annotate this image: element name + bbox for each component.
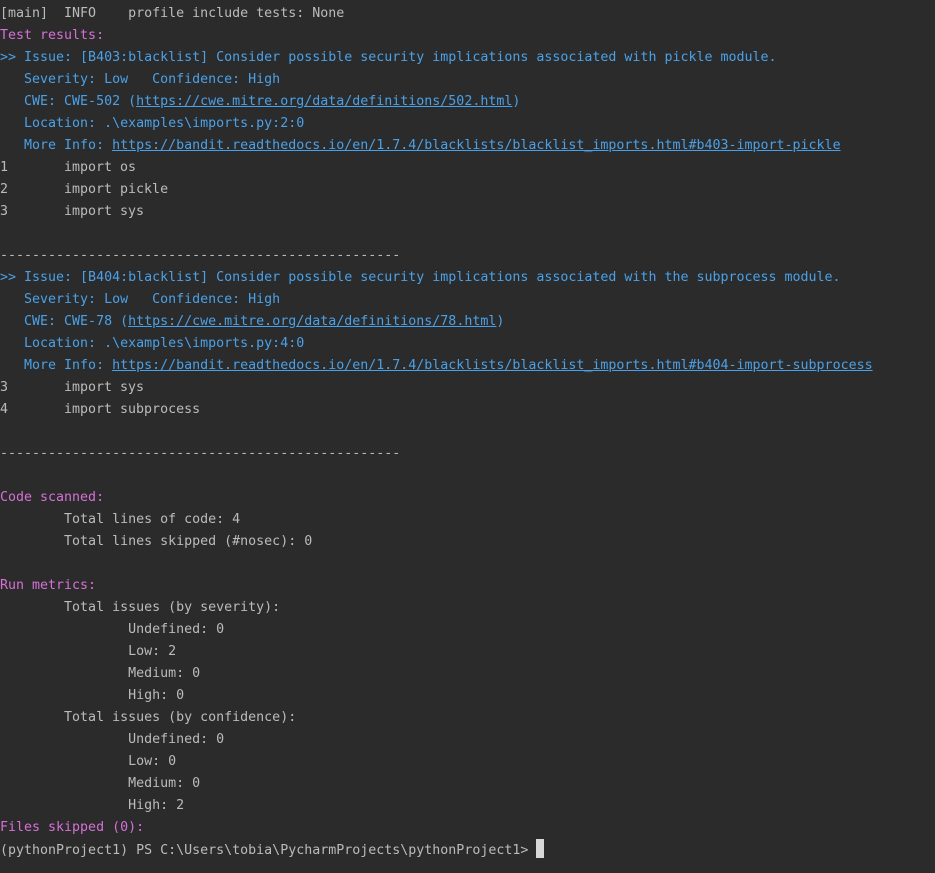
- code-line-text: import pickle: [64, 182, 169, 197]
- cwe-link[interactable]: https://cwe.mitre.org/data/definitions/5…: [136, 94, 512, 109]
- issue-more-info: More Info: https://bandit.readthedocs.io…: [0, 355, 935, 377]
- total-lines-skipped: Total lines skipped (#nosec): 0: [0, 534, 313, 549]
- code-line: 2 import pickle: [0, 179, 935, 201]
- separator-line: ----------------------------------------…: [0, 248, 401, 263]
- text-cursor: [536, 839, 545, 858]
- cwe-prefix: CWE: CWE-502 (: [0, 94, 137, 109]
- cwe-link[interactable]: https://cwe.mitre.org/data/definitions/7…: [128, 314, 496, 329]
- more-info-prefix: More Info:: [0, 138, 113, 153]
- cwe-suffix: ): [496, 314, 505, 329]
- shell-prompt-line[interactable]: (pythonProject1) PS C:\Users\tobia\Pycha…: [0, 839, 935, 861]
- code-line-number: 1: [0, 160, 9, 175]
- code-line: 3 import sys: [0, 377, 935, 399]
- more-info-prefix: More Info:: [0, 358, 113, 373]
- issue-title: >> Issue: [B404:blacklist] Consider poss…: [0, 270, 841, 285]
- terminal-output[interactable]: [main] INFO profile include tests: None …: [0, 0, 935, 873]
- confidence-undefined: Undefined: 0: [0, 732, 225, 747]
- issue-more-info: More Info: https://bandit.readthedocs.io…: [0, 135, 935, 157]
- run-metrics-heading: Run metrics:: [0, 578, 97, 593]
- issue-location: Location: .\examples\imports.py:4:0: [0, 336, 305, 351]
- code-scanned-heading: Code scanned:: [0, 490, 105, 505]
- severity-low: Low: 2: [0, 644, 177, 659]
- cwe-prefix: CWE: CWE-78 (: [0, 314, 129, 329]
- more-info-link[interactable]: https://bandit.readthedocs.io/en/1.7.4/b…: [112, 138, 841, 153]
- issues-by-confidence-heading: Total issues (by confidence):: [0, 710, 297, 725]
- shell-prompt: (pythonProject1) PS C:\Users\tobia\Pycha…: [0, 843, 529, 858]
- code-line-text: import subprocess: [64, 402, 201, 417]
- issue-location: Location: .\examples\imports.py:2:0: [0, 116, 305, 131]
- separator-line: ----------------------------------------…: [0, 446, 401, 461]
- confidence-high: High: 2: [0, 798, 185, 813]
- code-line-number: 3: [0, 204, 9, 219]
- issue-severity: Severity: Low Confidence: High: [0, 72, 281, 87]
- issues-by-severity-heading: Total issues (by severity):: [0, 600, 281, 615]
- cwe-suffix: ): [512, 94, 521, 109]
- code-line-text: import sys: [64, 380, 145, 395]
- code-line-number: 4: [0, 402, 9, 417]
- log-header-line: [main] INFO profile include tests: None: [0, 6, 345, 21]
- code-line-number: 3: [0, 380, 9, 395]
- severity-undefined: Undefined: 0: [0, 622, 225, 637]
- confidence-medium: Medium: 0: [0, 776, 201, 791]
- total-lines-of-code: Total lines of code: 4: [0, 512, 241, 527]
- files-skipped-heading: Files skipped (0):: [0, 820, 145, 835]
- more-info-link[interactable]: https://bandit.readthedocs.io/en/1.7.4/b…: [112, 358, 873, 373]
- code-line-number: 2: [0, 182, 9, 197]
- code-line: 4 import subprocess: [0, 399, 935, 421]
- issue-cwe: CWE: CWE-78 (https://cwe.mitre.org/data/…: [0, 311, 935, 333]
- issue-title: >> Issue: [B403:blacklist] Consider poss…: [0, 50, 777, 65]
- test-results-heading: Test results:: [0, 28, 105, 43]
- severity-high: High: 0: [0, 688, 185, 703]
- code-line-text: import os: [64, 160, 137, 175]
- severity-medium: Medium: 0: [0, 666, 201, 681]
- confidence-low: Low: 0: [0, 754, 177, 769]
- code-line-text: import sys: [64, 204, 145, 219]
- issue-severity: Severity: Low Confidence: High: [0, 292, 281, 307]
- issue-cwe: CWE: CWE-502 (https://cwe.mitre.org/data…: [0, 91, 935, 113]
- code-line: 1 import os: [0, 157, 935, 179]
- code-line: 3 import sys: [0, 201, 935, 223]
